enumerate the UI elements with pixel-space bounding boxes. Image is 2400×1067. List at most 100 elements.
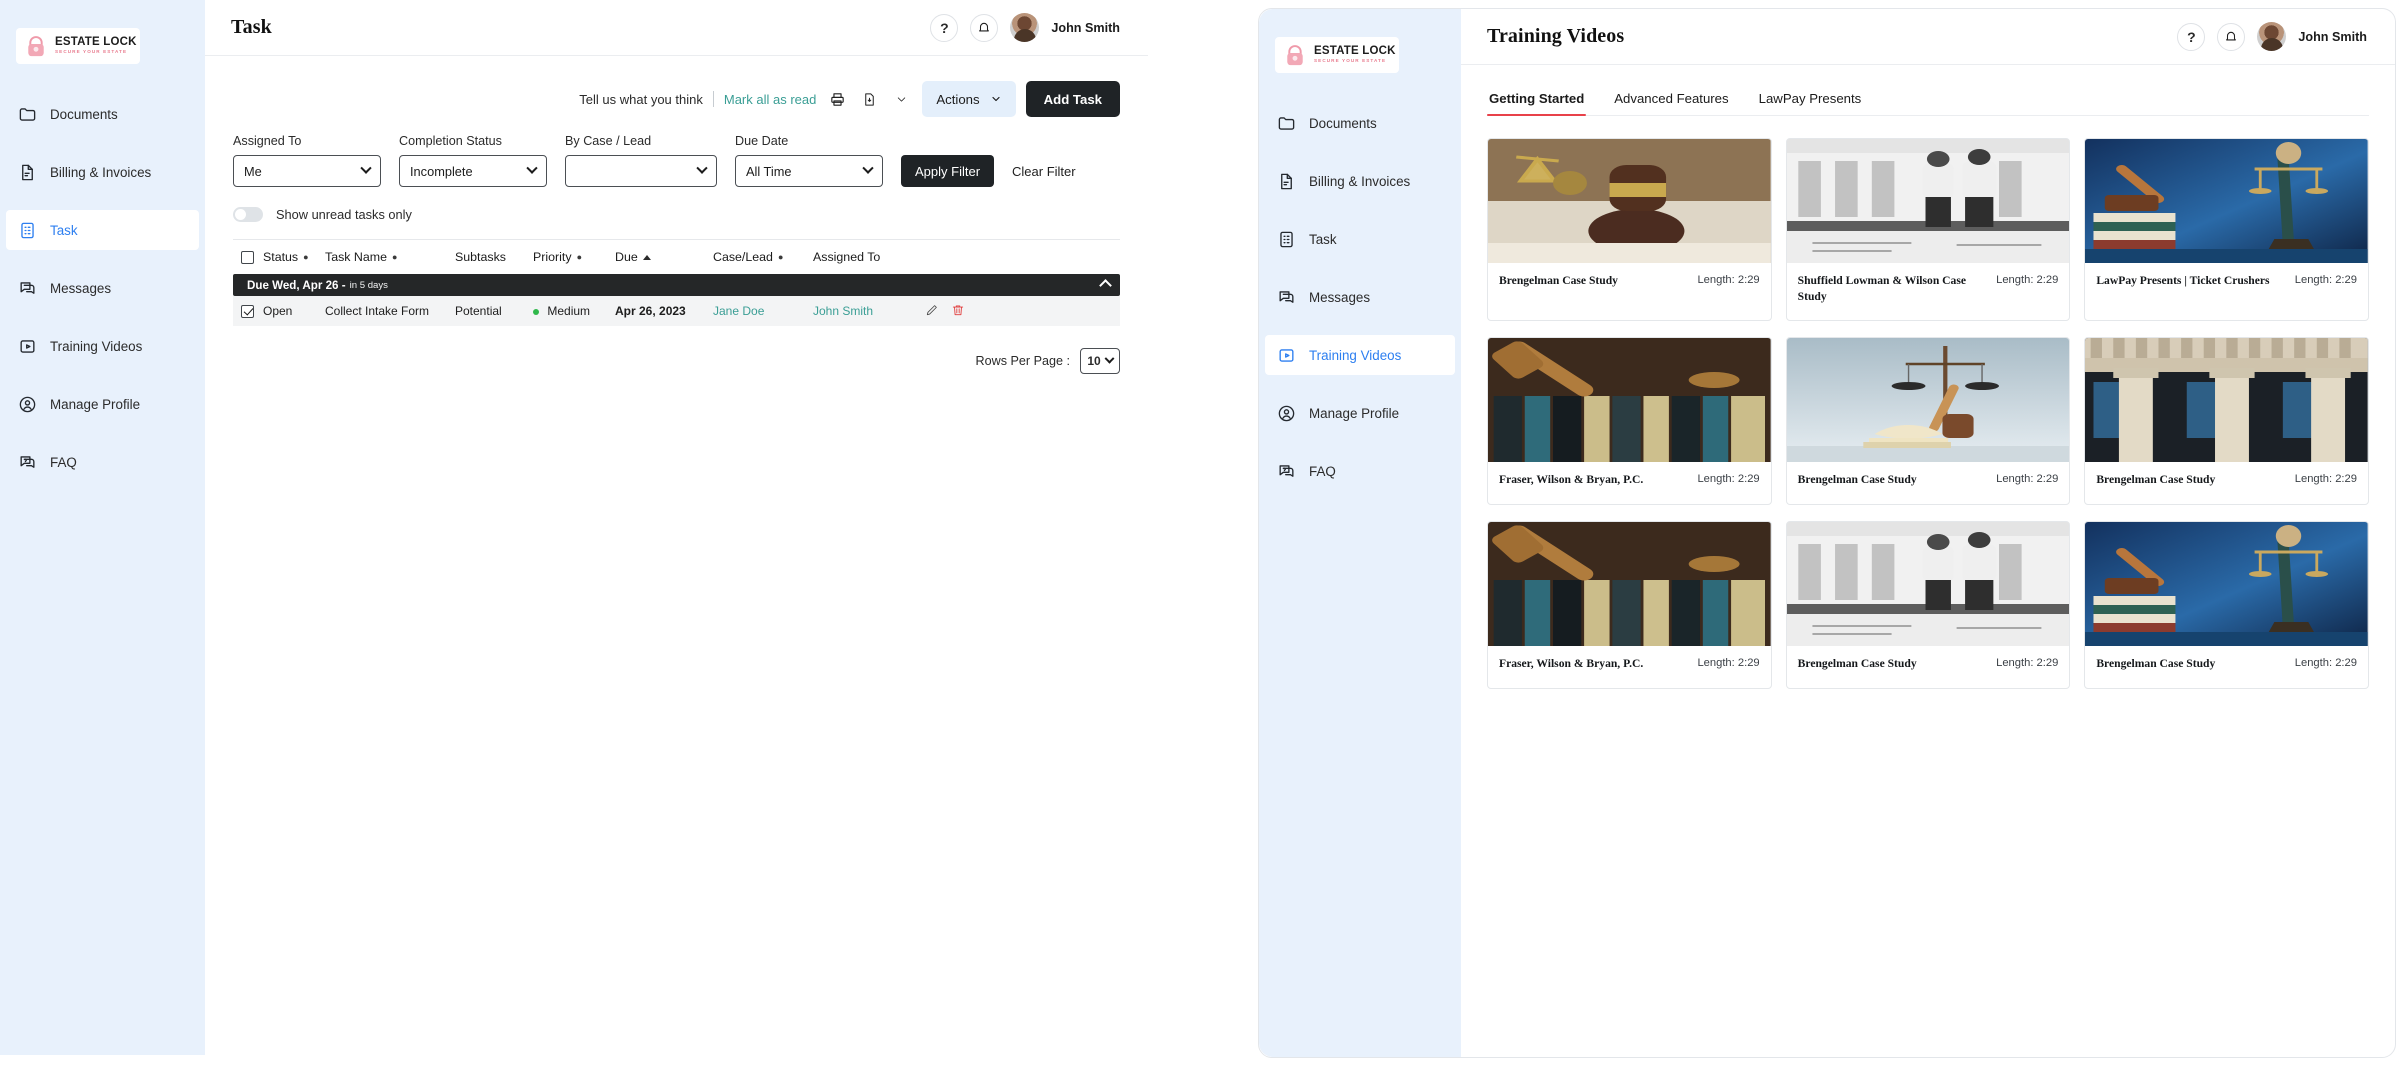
add-task-button[interactable]: Add Task — [1026, 81, 1120, 117]
chevron-down-icon — [1104, 353, 1114, 363]
select-all-checkbox[interactable] — [241, 251, 254, 264]
right-sidebar: ESTATE LOCK SECURE YOUR ESTATE Documents… — [1259, 9, 1461, 1057]
video-card[interactable]: Fraser, Wilson & Bryan, P.C. Length: 2:2… — [1487, 521, 1772, 689]
cell-case-lead[interactable]: Jane Doe — [713, 304, 813, 318]
edit-task-button[interactable] — [925, 303, 939, 320]
sidebar-item-messages[interactable]: Messages — [0, 268, 205, 308]
sidebar-item-documents[interactable]: Documents — [0, 94, 205, 134]
filter-label: Completion Status — [399, 134, 547, 148]
avatar[interactable] — [1010, 13, 1039, 42]
sidebar-item-manage-profile[interactable]: Manage Profile — [0, 384, 205, 424]
row-select-cell — [233, 305, 263, 318]
sidebar-item-label: FAQ — [50, 455, 77, 470]
tab-advanced-features[interactable]: Advanced Features — [1612, 91, 1730, 115]
cell-assigned-to[interactable]: John Smith — [813, 304, 925, 318]
download-menu-button[interactable] — [890, 88, 912, 110]
tab-lawpay-presents[interactable]: LawPay Presents — [1757, 91, 1864, 115]
header-due[interactable]: Due — [615, 250, 713, 264]
mark-all-read-link[interactable]: Mark all as read — [724, 92, 816, 107]
task-table: Status ● Task Name ● Subtasks Priority — [233, 239, 1120, 326]
header-priority[interactable]: Priority ● — [533, 250, 615, 264]
show-unread-label: Show unread tasks only — [276, 207, 412, 222]
show-unread-toggle[interactable] — [233, 207, 263, 222]
sort-icon: ● — [778, 252, 783, 262]
video-length: Length: 2:29 — [1996, 472, 2058, 485]
video-card[interactable]: Brengelman Case Study Length: 2:29 — [1487, 138, 1772, 321]
video-card[interactable]: Brengelman Case Study Length: 2:29 — [1786, 521, 2071, 689]
header-status[interactable]: Status ● — [263, 250, 325, 264]
video-tabs: Getting Started Advanced Features LawPay… — [1487, 65, 2369, 116]
table-row[interactable]: Open Collect Intake Form Potential Mediu… — [233, 296, 1120, 326]
tab-getting-started[interactable]: Getting Started — [1487, 91, 1586, 115]
row-checkbox[interactable] — [241, 305, 254, 318]
sidebar-item-manage-profile[interactable]: Manage Profile — [1259, 393, 1461, 433]
training-videos-content: Training Videos ? John Smith G — [1461, 9, 2395, 1057]
video-card[interactable]: Shuffield Lowman & Wilson Case Study Len… — [1786, 138, 2071, 321]
chevron-down-icon — [526, 163, 537, 174]
sidebar-item-task[interactable]: Task — [1259, 219, 1461, 259]
feedback-label[interactable]: Tell us what you think — [579, 92, 703, 107]
chevron-up-icon[interactable] — [1099, 279, 1112, 292]
sidebar-item-training-videos[interactable]: Training Videos — [1265, 335, 1455, 375]
sidebar-item-documents[interactable]: Documents — [1259, 103, 1461, 143]
avatar[interactable] — [2257, 22, 2286, 51]
brand-logo[interactable]: ESTATE LOCK SECURE YOUR ESTATE — [16, 28, 140, 64]
delete-task-button[interactable] — [951, 303, 965, 320]
question-chat-icon — [1277, 462, 1296, 481]
file-invoice-icon — [18, 163, 37, 182]
bell-icon — [977, 21, 991, 35]
cell-task-name: Collect Intake Form — [325, 304, 455, 318]
task-group-header[interactable]: Due Wed, Apr 26 - in 5 days — [233, 274, 1120, 296]
actions-button[interactable]: Actions — [922, 81, 1015, 117]
apply-filter-label: Apply Filter — [915, 164, 980, 179]
header-label: Status — [263, 250, 298, 264]
print-button[interactable] — [826, 88, 848, 110]
video-thumbnail-scales-book — [1787, 338, 2070, 462]
task-topbar: Task ? John Smith — [205, 0, 1148, 56]
video-card[interactable]: Brengelman Case Study Length: 2:29 — [1786, 337, 2071, 505]
sidebar-item-task[interactable]: Task — [6, 210, 199, 250]
sidebar-item-training-videos[interactable]: Training Videos — [0, 326, 205, 366]
brand-logo[interactable]: ESTATE LOCK SECURE YOUR ESTATE — [1275, 37, 1399, 73]
video-card[interactable]: Fraser, Wilson & Bryan, P.C. Length: 2:2… — [1487, 337, 1772, 505]
header-case-lead[interactable]: Case/Lead ● — [713, 250, 813, 264]
sidebar-item-faq[interactable]: FAQ — [0, 442, 205, 482]
video-card[interactable]: Brengelman Case Study Length: 2:29 — [2084, 521, 2369, 689]
video-title: Fraser, Wilson & Bryan, P.C. — [1499, 472, 1643, 488]
completion-status-select[interactable]: Incomplete — [399, 155, 547, 187]
sidebar-item-billing-invoices[interactable]: Billing & Invoices — [1259, 161, 1461, 201]
due-date-value: All Time — [746, 164, 792, 179]
toolbar-divider — [713, 91, 714, 107]
rows-per-page-value: 10 — [1087, 354, 1100, 368]
sidebar-item-label: Documents — [1309, 116, 1377, 131]
by-case-lead-select[interactable] — [565, 155, 717, 187]
download-button[interactable] — [858, 88, 880, 110]
user-circle-icon — [1277, 404, 1296, 423]
help-button[interactable]: ? — [930, 14, 958, 42]
header-label: Assigned To — [813, 250, 880, 264]
video-title: Brengelman Case Study — [1798, 472, 1917, 488]
clear-filter-button[interactable]: Clear Filter — [1012, 164, 1076, 187]
video-title: Brengelman Case Study — [1798, 656, 1917, 672]
header-label: Due — [615, 250, 638, 264]
training-videos-body: Getting Started Advanced Features LawPay… — [1461, 65, 2395, 689]
notifications-button[interactable] — [970, 14, 998, 42]
video-card[interactable]: LawPay Presents | Ticket Crushers Length… — [2084, 138, 2369, 321]
help-button[interactable]: ? — [2177, 23, 2205, 51]
assigned-to-select[interactable]: Me — [233, 155, 381, 187]
header-assigned-to[interactable]: Assigned To — [813, 250, 925, 264]
sort-icon: ● — [392, 252, 397, 262]
header-subtasks[interactable]: Subtasks — [455, 250, 533, 264]
rows-per-page-select[interactable]: 10 — [1080, 348, 1120, 374]
header-task-name[interactable]: Task Name ● — [325, 250, 455, 264]
video-card[interactable]: Brengelman Case Study Length: 2:29 — [2084, 337, 2369, 505]
header-label: Task Name — [325, 250, 387, 264]
due-date-select[interactable]: All Time — [735, 155, 883, 187]
apply-filter-button[interactable]: Apply Filter — [901, 155, 994, 187]
sidebar-item-messages[interactable]: Messages — [1259, 277, 1461, 317]
video-length: Length: 2:29 — [1996, 656, 2058, 669]
sidebar-item-faq[interactable]: FAQ — [1259, 451, 1461, 491]
sidebar-item-billing-invoices[interactable]: Billing & Invoices — [0, 152, 205, 192]
task-list-icon — [18, 221, 37, 240]
notifications-button[interactable] — [2217, 23, 2245, 51]
